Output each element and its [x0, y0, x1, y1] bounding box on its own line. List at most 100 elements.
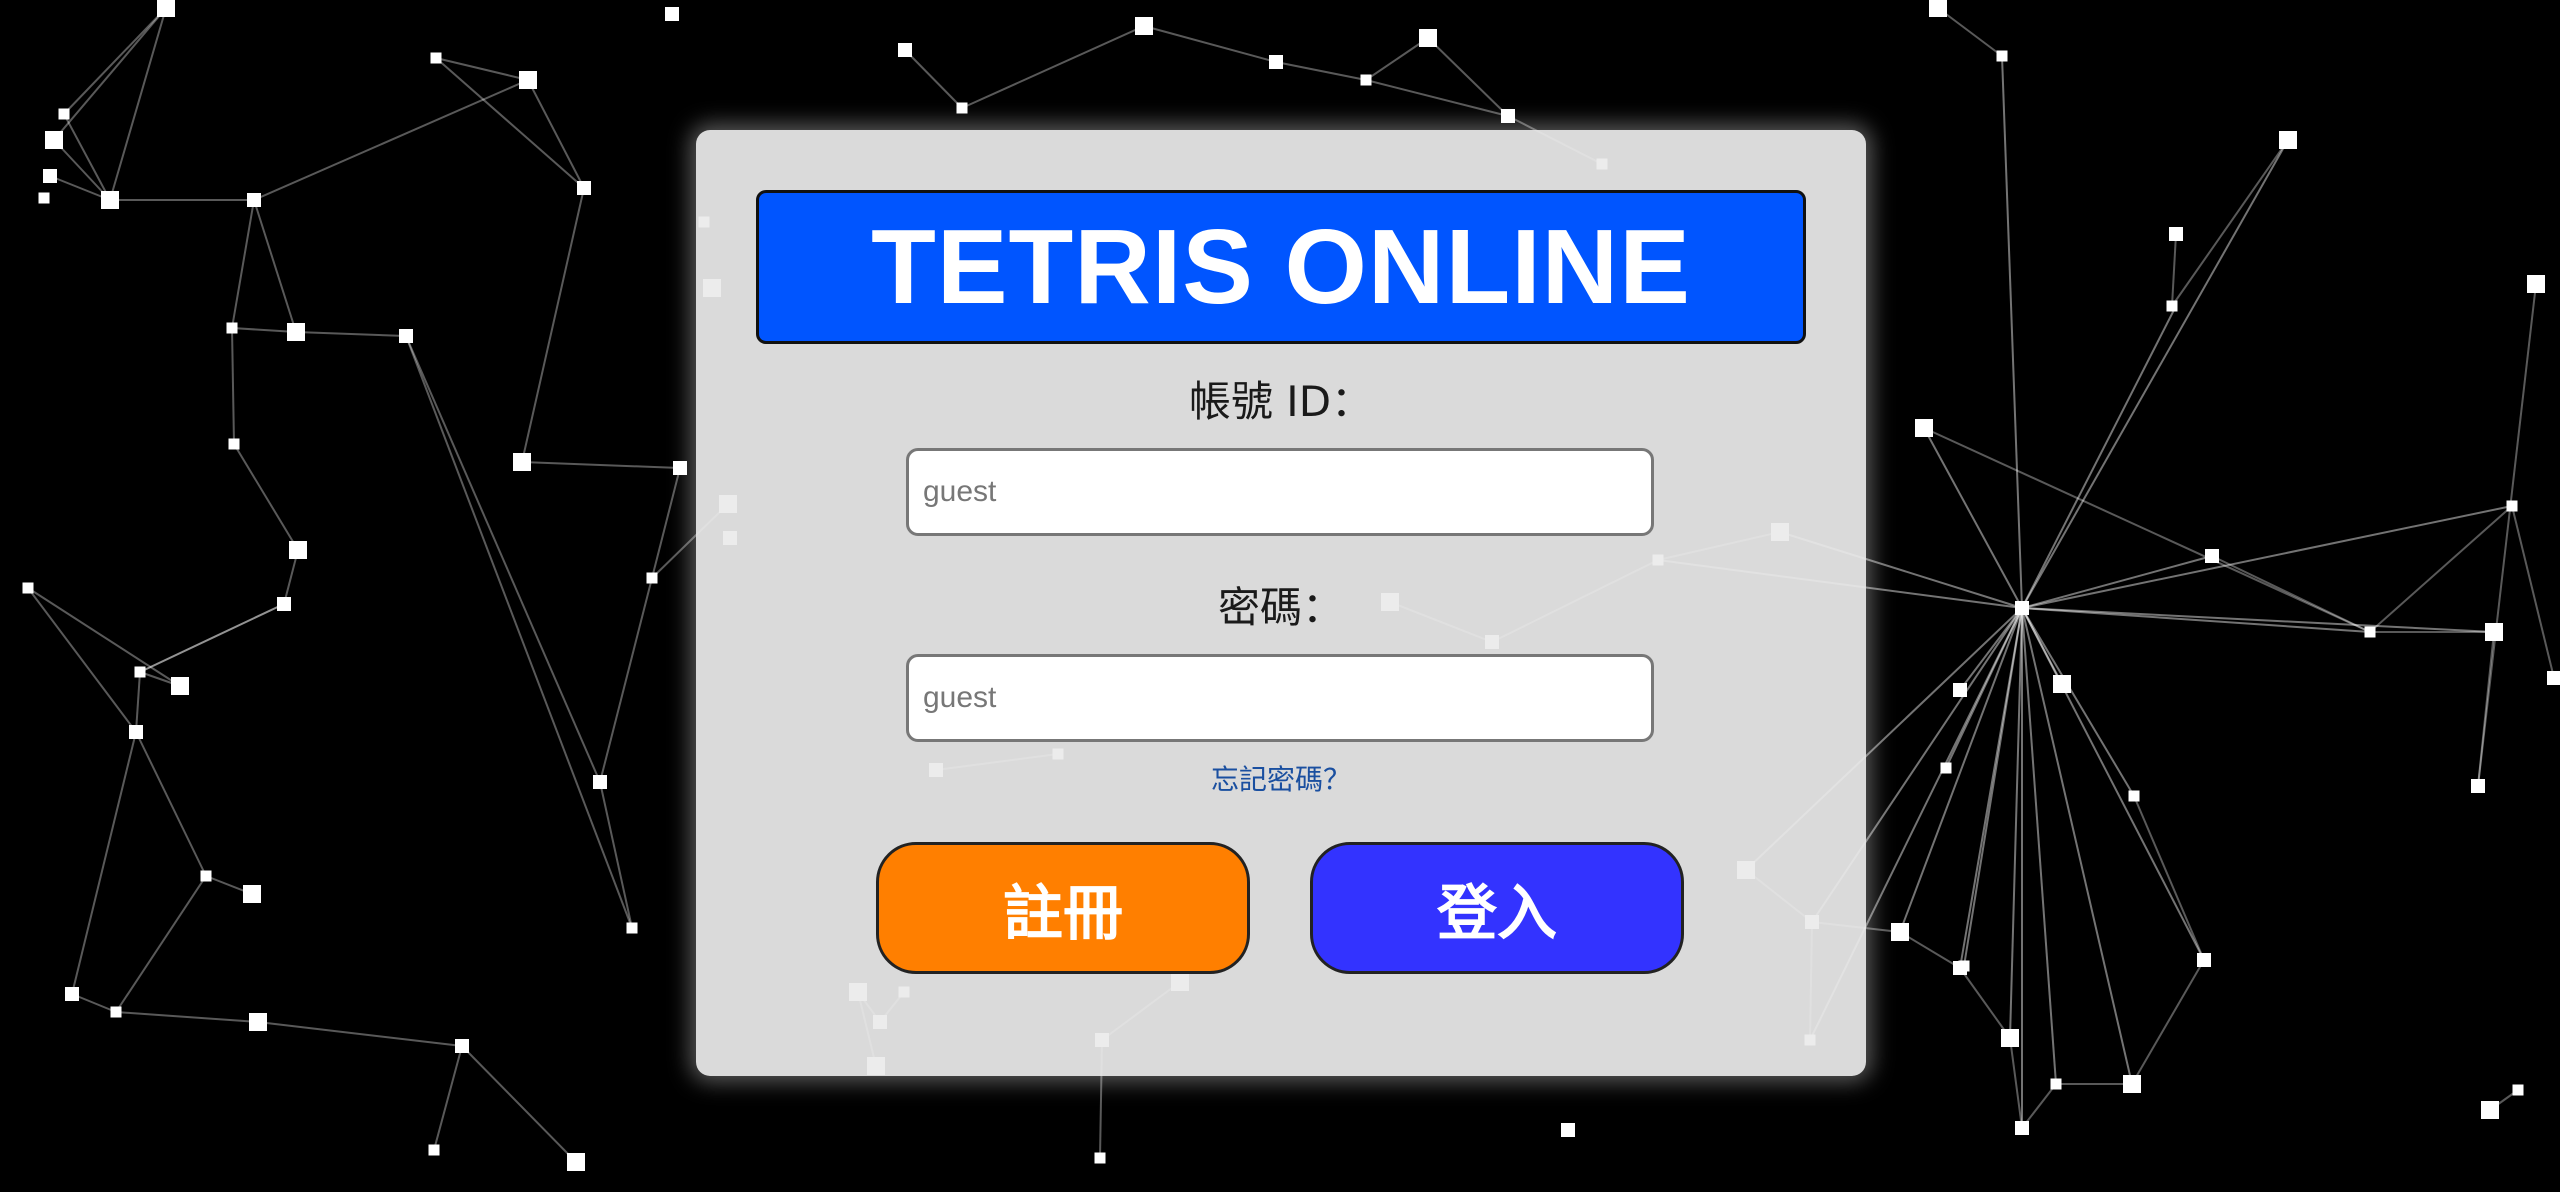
account-id-input[interactable]	[906, 448, 1654, 536]
network-node	[58, 108, 70, 120]
network-line	[253, 199, 297, 333]
network-node	[249, 1013, 267, 1031]
network-node	[665, 7, 679, 21]
network-node	[1996, 50, 2008, 62]
network-line	[233, 443, 299, 551]
network-node	[226, 322, 238, 334]
network-line	[1365, 37, 1429, 81]
network-node	[2169, 227, 2183, 241]
network-line	[527, 79, 585, 189]
network-line	[2021, 555, 2213, 609]
network-node	[157, 0, 175, 17]
network-line	[2021, 305, 2177, 609]
network-line	[961, 25, 1145, 109]
network-node	[1915, 419, 1933, 437]
network-line	[1959, 967, 2011, 1039]
network-node	[2481, 1101, 2499, 1119]
password-input[interactable]	[906, 654, 1654, 742]
network-line	[2021, 139, 2289, 609]
network-node	[243, 885, 261, 903]
network-node	[22, 582, 34, 594]
network-node	[898, 43, 912, 57]
network-line	[1959, 607, 2023, 691]
network-node	[2506, 500, 2518, 512]
network-node	[247, 193, 261, 207]
network-line	[2021, 607, 2495, 633]
network-line	[135, 671, 141, 733]
network-line	[2477, 283, 2537, 787]
forgot-password-link[interactable]: 忘記密碼？	[696, 758, 1866, 798]
register-button[interactable]: 註冊	[876, 842, 1250, 974]
network-line	[2131, 959, 2205, 1085]
network-line	[115, 1011, 259, 1023]
network-line	[257, 1021, 463, 1047]
network-node	[673, 461, 687, 475]
network-line	[231, 327, 297, 333]
network-line	[2171, 233, 2177, 307]
network-node	[593, 775, 607, 789]
network-node	[110, 1006, 122, 1018]
network-node	[1094, 1152, 1106, 1164]
network-line	[1427, 37, 1509, 117]
network-line	[1275, 61, 1367, 81]
network-node	[38, 192, 50, 204]
network-line	[139, 603, 285, 673]
network-line	[253, 79, 529, 201]
network-node	[2166, 300, 2178, 312]
network-node	[2050, 1078, 2062, 1090]
network-line	[1899, 607, 2023, 933]
network-node	[2279, 131, 2297, 149]
network-node	[2471, 779, 2485, 793]
network-line	[295, 331, 407, 337]
network-node	[2015, 1121, 2029, 1135]
password-label: 密碼：	[1217, 583, 1344, 632]
network-node	[1891, 923, 1909, 941]
network-line	[1937, 7, 2003, 57]
network-node	[2205, 549, 2219, 563]
network-line	[2021, 607, 2063, 685]
network-node	[43, 169, 57, 183]
network-line	[435, 57, 585, 189]
network-line	[1365, 79, 1509, 117]
network-node	[1561, 1123, 1575, 1137]
network-node	[2128, 790, 2140, 802]
network-node	[1135, 17, 1153, 35]
network-node	[567, 1153, 585, 1171]
network-node	[289, 541, 307, 559]
network-line	[521, 461, 681, 469]
network-line	[2001, 55, 2023, 609]
network-node	[171, 677, 189, 695]
network-node	[65, 987, 79, 1001]
network-line	[521, 187, 585, 463]
network-node	[1501, 109, 1515, 123]
network-line	[599, 577, 653, 783]
network-node	[2512, 1084, 2524, 1096]
network-node	[430, 52, 442, 64]
network-line	[53, 7, 167, 141]
network-line	[904, 49, 963, 109]
network-node	[455, 1039, 469, 1053]
account-id-label: 帳號 ID：	[1188, 377, 1374, 426]
network-node	[277, 597, 291, 611]
network-line	[115, 875, 207, 1013]
network-node	[134, 666, 146, 678]
network-line	[27, 587, 181, 687]
network-line	[231, 199, 255, 329]
network-line	[405, 335, 601, 783]
network-line	[1923, 427, 2371, 633]
network-node	[2053, 675, 2071, 693]
network-line	[433, 1045, 463, 1151]
network-node	[2547, 671, 2560, 685]
network-node	[129, 725, 143, 739]
network-node	[2485, 623, 2503, 641]
login-card: TETRIS ONLINE 帳號 ID： 密碼： 忘記密碼？ 註冊 登入	[696, 130, 1866, 1076]
network-node	[2364, 626, 2376, 638]
network-node	[2197, 953, 2211, 967]
login-button[interactable]: 登入	[1310, 842, 1684, 974]
network-line	[27, 587, 137, 733]
network-line	[405, 335, 633, 929]
network-node	[228, 438, 240, 450]
network-node	[626, 922, 638, 934]
network-line	[1143, 25, 1277, 63]
network-node	[101, 191, 119, 209]
